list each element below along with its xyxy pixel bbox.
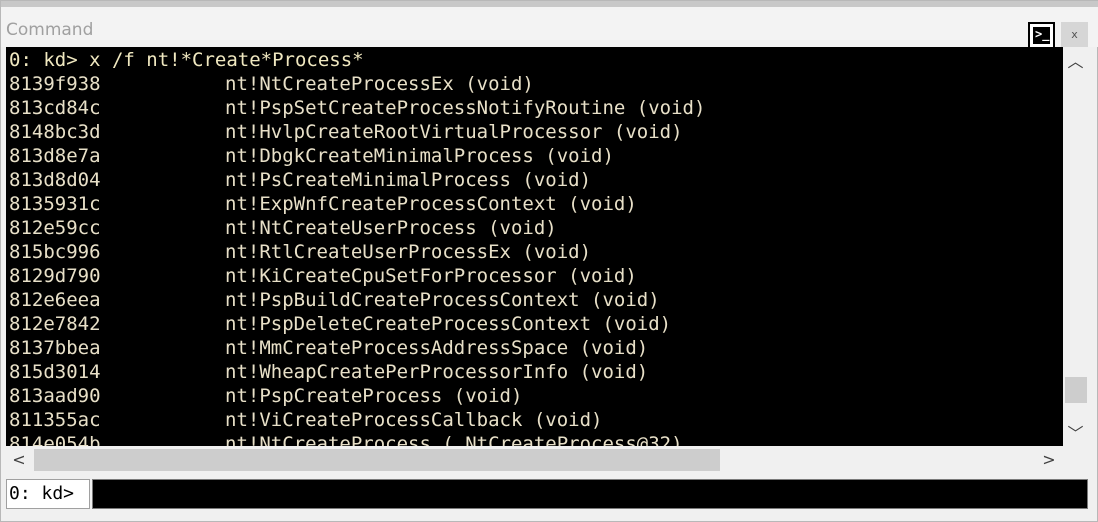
symbol-name: nt!PsCreateMinimalProcess (void) (225, 169, 592, 191)
symbol-name: nt!PspBuildCreateProcessContext (void) (225, 289, 660, 311)
output-line: 812e7842 nt!PspDeleteCreateProcessContext… (9, 312, 671, 336)
output-line: 813d8d04 nt!PsCreateMinimalProcess (void) (9, 168, 591, 192)
symbol-address: 813d8e7a (9, 145, 101, 167)
scroll-right-icon[interactable]: > (1036, 446, 1062, 474)
command-input[interactable] (92, 479, 1088, 509)
symbol-address: 8129d790 (9, 265, 101, 287)
symbol-name: nt!MmCreateProcessAddressSpace (void) (225, 337, 649, 359)
symbol-address: 812e7842 (9, 313, 101, 335)
symbol-address: 815d3014 (9, 361, 101, 383)
symbol-name: nt!RtlCreateUserProcessEx (void) (225, 241, 592, 263)
output-line: 815bc996 nt!RtlCreateUserProcessEx (void) (9, 240, 591, 264)
symbol-name: nt!PspDeleteCreateProcessContext (void) (225, 313, 672, 335)
horizontal-scrollbar[interactable]: < > (6, 446, 1063, 474)
command-prompt-glyph: >_ (1033, 27, 1050, 44)
output-line: 8135931c nt!ExpWnfCreateProcessContext (v… (9, 192, 637, 216)
output-command-line: 0: kd> x /f nt!*Create*Process* (9, 49, 364, 71)
output-line: 8148bc3d nt!HvlpCreateRootVirtualProcesso… (9, 120, 683, 144)
symbol-name: nt!NtCreateProcess (_NtCreateProcess@32) (225, 433, 683, 446)
output-line: 813d8e7a nt!DbgkCreateMinimalProcess (voi… (9, 144, 614, 168)
symbol-name: nt!NtCreateUserProcess (void) (225, 217, 557, 239)
horizontal-scroll-thumb[interactable] (34, 449, 720, 471)
symbol-name: nt!PspSetCreateProcessNotifyRoutine (voi… (225, 97, 706, 119)
symbol-address: 8135931c (9, 193, 101, 215)
output-line: 812e6eea nt!PspBuildCreateProcessContext … (9, 288, 660, 312)
scroll-left-icon[interactable]: < (6, 446, 32, 474)
output-line: 812e59cc nt!NtCreateUserProcess (void) (9, 216, 557, 240)
window-title: Command (6, 20, 94, 40)
symbol-address: 813d8d04 (9, 169, 101, 191)
close-button[interactable]: x (1061, 22, 1088, 49)
vertical-scrollbar[interactable]: ︿ ﹀ (1063, 47, 1088, 446)
output-line: 813cd84c nt!PspSetCreateProcessNotifyRout… (9, 96, 705, 120)
symbol-address: 8137bbea (9, 337, 101, 359)
command-output-pane[interactable]: 0: kd> x /f nt!*Create*Process* 8139f938… (6, 47, 1063, 446)
output-line: 8137bbea nt!MmCreateProcessAddressSpace (… (9, 336, 648, 360)
output-line: 8129d790 nt!KiCreateCpuSetForProcessor (v… (9, 264, 637, 288)
symbol-name: nt!DbgkCreateMinimalProcess (void) (225, 145, 614, 167)
symbol-name: nt!WheapCreatePerProcessorInfo (void) (225, 361, 649, 383)
vertical-scroll-thumb[interactable] (1065, 377, 1087, 403)
title-bar[interactable]: Command >_ x (1, 7, 1098, 49)
symbol-name: nt!PspCreateProcess (void) (225, 385, 523, 407)
symbol-name: nt!KiCreateCpuSetForProcessor (void) (225, 265, 637, 287)
symbol-address: 812e6eea (9, 289, 101, 311)
symbol-address: 8148bc3d (9, 121, 101, 143)
output-line: 815d3014 nt!WheapCreatePerProcessorInfo (… (9, 360, 648, 384)
symbol-name: nt!NtCreateProcessEx (void) (225, 73, 534, 95)
symbol-address: 8139f938 (9, 73, 101, 95)
symbol-address: 813cd84c (9, 97, 101, 119)
symbol-address: 813aad90 (9, 385, 101, 407)
symbol-address: 811355ac (9, 409, 101, 431)
symbol-name: nt!HvlpCreateRootVirtualProcessor (void) (225, 121, 683, 143)
command-prompt-icon[interactable]: >_ (1028, 22, 1055, 49)
output-line: 814e054b nt!NtCreateProcess (_NtCreatePro… (9, 432, 683, 446)
symbol-name: nt!ExpWnfCreateProcessContext (void) (225, 193, 637, 215)
output-line: 813aad90 nt!PspCreateProcess (void) (9, 384, 522, 408)
output-line: 8139f938 nt!NtCreateProcessEx (void) (9, 72, 534, 96)
symbol-name: nt!ViCreateProcessCallback (void) (225, 409, 603, 431)
symbol-address: 815bc996 (9, 241, 101, 263)
output-line: 811355ac nt!ViCreateProcessCallback (void… (9, 408, 603, 432)
symbol-address: 812e59cc (9, 217, 101, 239)
scroll-down-icon[interactable]: ﹀ (1063, 421, 1088, 447)
symbol-address: 814e054b (9, 433, 101, 446)
scroll-up-icon[interactable]: ︿ (1063, 49, 1088, 75)
command-window: Command >_ x 0: kd> x /f nt!*Create*Proc… (0, 0, 1098, 522)
command-prompt-label: 0: kd> (6, 479, 90, 509)
scrollbar-corner (1063, 446, 1088, 474)
